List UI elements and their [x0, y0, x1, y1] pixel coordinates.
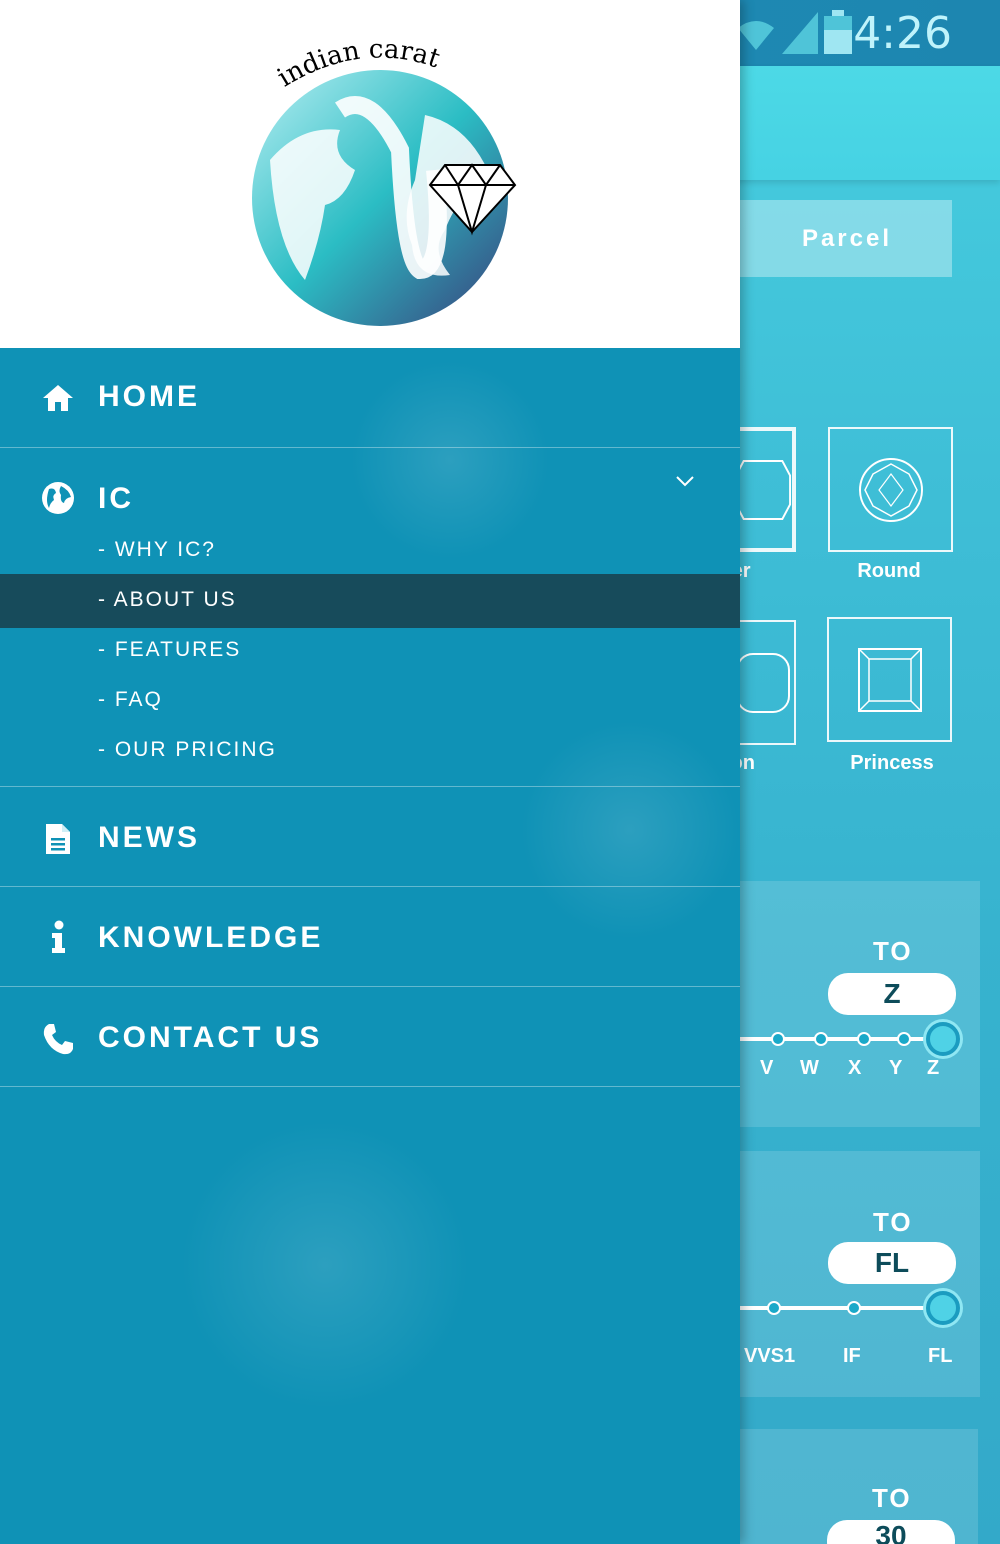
tick-label: Z: [927, 1057, 940, 1079]
info-icon: [38, 917, 78, 957]
sub-item-label: - WHY IC?: [98, 538, 216, 561]
cushion-diamond-icon: [736, 652, 790, 713]
signal-icon: [782, 12, 818, 54]
carat-to-value-text: 30: [875, 1520, 907, 1544]
carat-filter-panel: TO 30: [740, 1429, 978, 1544]
nav-label-contact-us: CONTACT US: [98, 1021, 323, 1054]
slider-dot[interactable]: [814, 1032, 828, 1046]
princess-diamond-icon: [857, 647, 922, 712]
slider-dot[interactable]: [767, 1301, 781, 1315]
sub-item-label: - FAQ: [98, 688, 163, 711]
shape-label-princess: Princess: [850, 752, 934, 774]
nav-item-home[interactable]: HOME: [0, 348, 740, 448]
color-to-value[interactable]: Z: [828, 973, 956, 1015]
status-icons: [736, 10, 852, 54]
nav-label-news: NEWS: [98, 821, 200, 854]
sub-item-label: - ABOUT US: [98, 588, 237, 611]
sub-item-about-us[interactable]: - ABOUT US: [0, 574, 740, 628]
nav-item-news[interactable]: NEWS: [0, 787, 740, 887]
clarity-filter-panel: TO FL VVS1 IF FL: [740, 1151, 980, 1397]
nav-label-ic: IC: [98, 482, 134, 515]
tick-label: V: [760, 1057, 774, 1079]
nav-item-contact-us[interactable]: CONTACT US: [0, 987, 740, 1087]
to-label: TO: [873, 936, 913, 966]
slider-dot[interactable]: [847, 1301, 861, 1315]
sub-item-why-ic[interactable]: - WHY IC?: [0, 524, 740, 578]
color-filter-panel: TO Z V W X Y Z: [740, 881, 980, 1127]
tick-label: IF: [843, 1345, 861, 1367]
slider-knob[interactable]: [926, 1291, 960, 1325]
navigation-drawer: indian carat HOME IC - WHY IC? - ABOUT U…: [0, 0, 740, 1544]
sub-item-our-pricing[interactable]: - OUR PRICING: [0, 724, 740, 778]
shape-card-princess[interactable]: [827, 617, 952, 742]
wifi-icon: [738, 21, 774, 50]
nav-item-ic[interactable]: IC - WHY IC? - ABOUT US - FEATURES - FAQ…: [0, 448, 740, 787]
shape-card-round[interactable]: [828, 427, 953, 552]
tick-label: FL: [928, 1345, 953, 1367]
sub-item-features[interactable]: - FEATURES: [0, 624, 740, 678]
color-slider[interactable]: [740, 1022, 960, 1056]
round-diamond-icon: [858, 457, 923, 522]
background-gem: [180, 1120, 470, 1410]
sub-item-label: - OUR PRICING: [98, 738, 277, 761]
indian-carat-logo: indian carat: [252, 34, 517, 326]
document-icon: [38, 819, 78, 859]
slider-knob[interactable]: [926, 1022, 960, 1056]
tick-label: VVS1: [744, 1345, 796, 1367]
slider-dot[interactable]: [897, 1032, 911, 1046]
to-label: TO: [872, 1483, 912, 1513]
nav-label-knowledge: KNOWLEDGE: [98, 921, 324, 954]
sub-item-faq[interactable]: - FAQ: [0, 674, 740, 728]
slider-dot[interactable]: [857, 1032, 871, 1046]
phone-icon: [38, 1019, 78, 1059]
clarity-slider[interactable]: [740, 1291, 960, 1325]
to-label: TO: [873, 1207, 913, 1237]
clarity-to-value[interactable]: FL: [828, 1242, 956, 1284]
carat-to-value[interactable]: 30: [827, 1520, 955, 1544]
nav-item-knowledge[interactable]: KNOWLEDGE: [0, 887, 740, 987]
tick-label: W: [800, 1057, 819, 1079]
status-clock: 4:26: [853, 8, 952, 59]
slider-dot[interactable]: [771, 1032, 785, 1046]
drawer-header: indian carat: [0, 0, 740, 348]
tab-parcel[interactable]: Parcel: [740, 200, 952, 277]
sub-item-label: - FEATURES: [98, 638, 242, 661]
home-icon: [38, 378, 78, 418]
globe-icon: [38, 478, 78, 518]
tick-label: X: [848, 1057, 862, 1079]
tick-label: Y: [889, 1057, 903, 1079]
battery-icon: [824, 10, 852, 54]
nav-label-home: HOME: [98, 380, 200, 413]
shape-label-round: Round: [857, 560, 921, 582]
diamond-shape-icon: [734, 459, 792, 520]
chevron-down-icon[interactable]: [674, 474, 696, 488]
